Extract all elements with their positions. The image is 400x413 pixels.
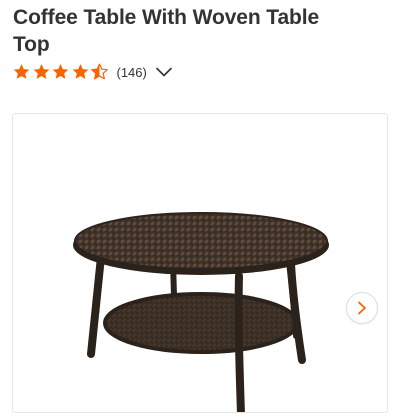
rating-summary[interactable]: (146): [12, 62, 172, 82]
chevron-down-icon[interactable]: [156, 66, 172, 78]
star-rating: [12, 63, 110, 81]
star-icon: [52, 64, 69, 79]
half-star-icon: [91, 63, 108, 80]
product-title: Coffee Table With Woven Table Top: [13, 6, 320, 56]
star-icon: [33, 64, 49, 79]
star-icon: [72, 64, 88, 79]
chevron-right-icon: [358, 301, 366, 315]
review-count[interactable]: (146): [117, 65, 147, 80]
product-image-gallery[interactable]: [12, 113, 388, 413]
product-image[interactable]: [13, 114, 388, 413]
star-icon: [13, 64, 30, 79]
next-image-button[interactable]: [346, 292, 378, 324]
